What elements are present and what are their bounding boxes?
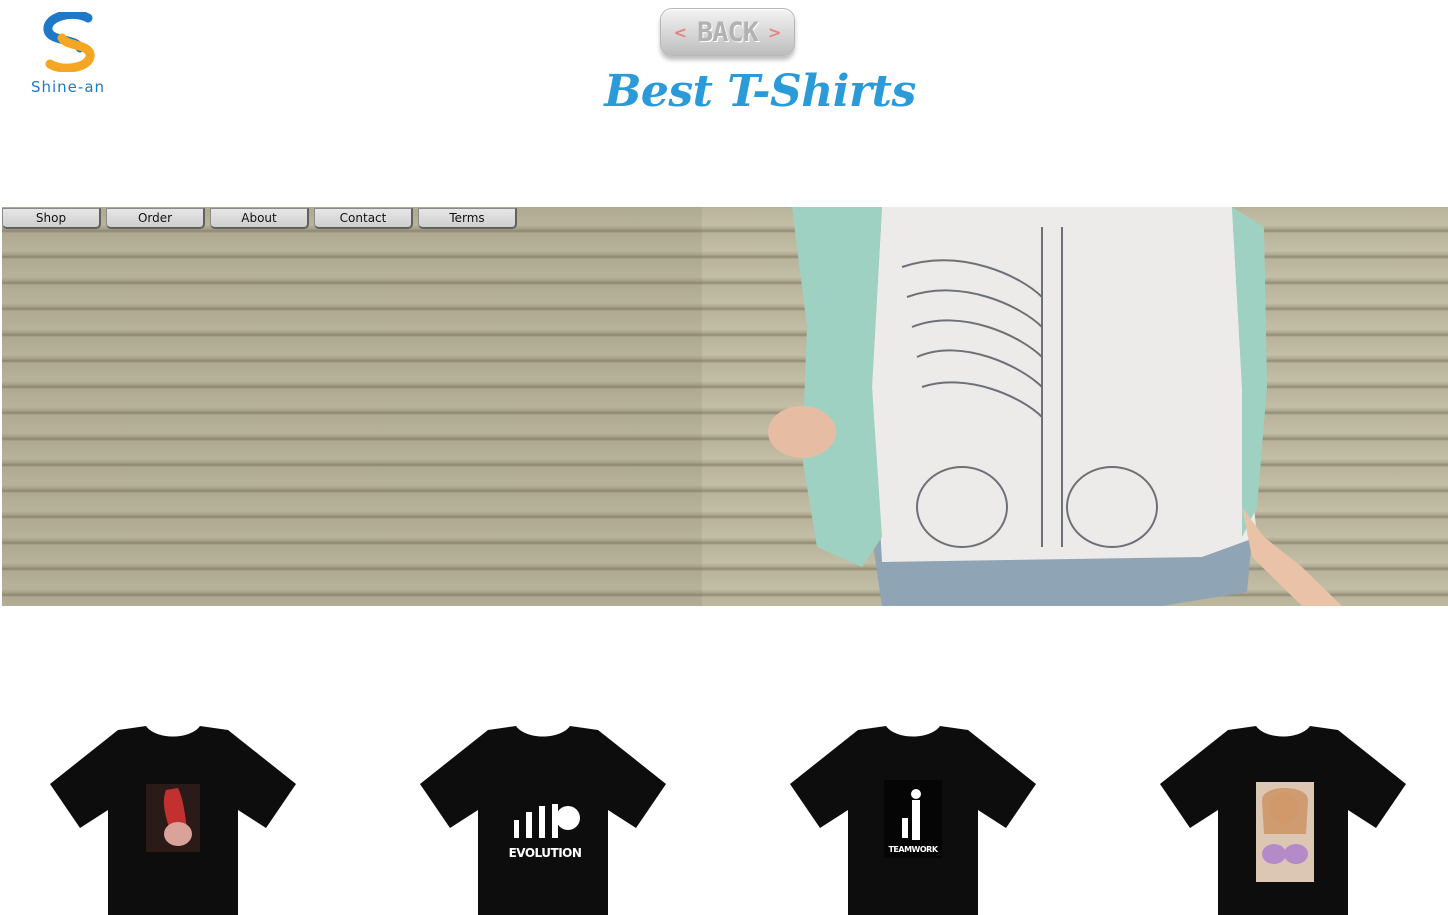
nav-order-button[interactable]: Order	[106, 208, 205, 229]
product-card-1[interactable]	[48, 724, 298, 915]
back-button[interactable]: < BACK >	[660, 8, 795, 56]
hero-banner-image	[2, 207, 1448, 606]
tshirt-image	[420, 726, 666, 915]
tshirt-image	[1160, 726, 1406, 915]
brand-name: Shine-an	[30, 78, 106, 96]
main-nav: Shop Order About Contact Terms	[2, 208, 517, 229]
logo-swirl-icon	[43, 12, 95, 72]
tshirt-print-text: TEAMWORK	[888, 845, 938, 854]
product-card-2[interactable]: EVOLUTION	[418, 724, 668, 915]
product-card-3[interactable]: TEAMWORK	[788, 724, 1038, 915]
tshirt-print: EVOLUTION	[508, 838, 582, 860]
nav-contact-button[interactable]: Contact	[314, 208, 413, 229]
nav-shop-button[interactable]: Shop	[2, 208, 101, 229]
tshirt-print-text: EVOLUTION	[508, 846, 582, 860]
chevron-left-icon: <	[673, 22, 687, 42]
tshirt-image	[50, 726, 296, 915]
nav-about-button[interactable]: About	[210, 208, 309, 229]
page-title: Best T-Shirts	[604, 66, 916, 117]
product-card-4[interactable]	[1158, 724, 1408, 915]
tshirt-print: TEAMWORK	[884, 840, 942, 854]
chevron-right-icon: >	[768, 22, 782, 42]
tshirt-image	[790, 726, 1036, 915]
hero-photo	[2, 207, 1342, 606]
back-button-label: BACK	[696, 16, 759, 48]
nav-terms-button[interactable]: Terms	[418, 208, 517, 229]
brand-logo[interactable]: Shine-an	[16, 12, 120, 98]
